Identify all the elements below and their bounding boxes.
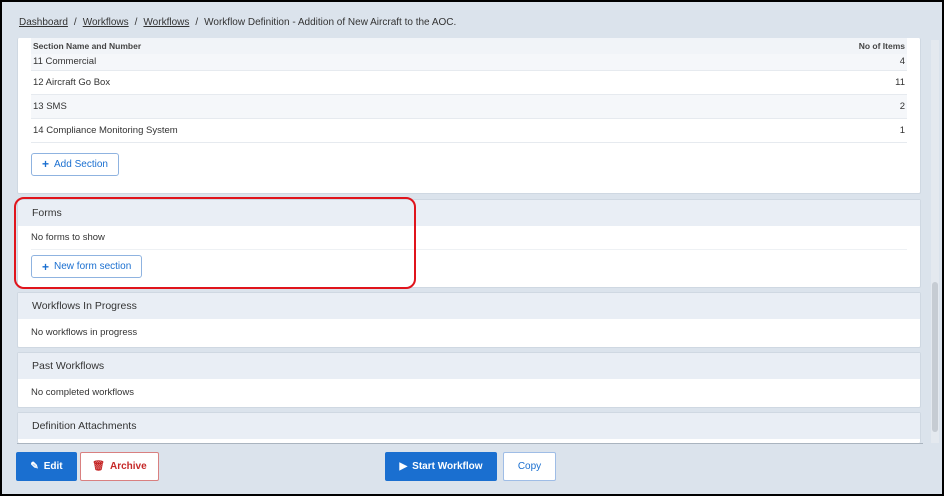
breadcrumb: Dashboard / Workflows / Workflows / Workflow D… xyxy=(19,17,456,28)
table-row[interactable]: 13 SMS 2 xyxy=(31,94,907,119)
edit-button[interactable]: ✎ Edit xyxy=(16,452,77,481)
item-count: 11 xyxy=(685,70,907,95)
separator: / xyxy=(195,17,199,28)
workflows-in-progress-panel: Workflows In Progress No workflows in pr… xyxy=(17,292,921,348)
item-count: 4 xyxy=(685,54,907,71)
sections-table: Section Name and Number No of Items 11 Co… xyxy=(31,38,907,143)
breadcrumb-current: Workflow Definition - Addition of New Ai… xyxy=(204,17,457,28)
divider xyxy=(17,443,923,444)
highlight-annotation xyxy=(14,197,416,289)
section-name: 14 Compliance Monitoring System xyxy=(31,118,686,143)
in-progress-empty-text: No workflows in progress xyxy=(31,327,138,338)
play-icon: ▶ xyxy=(399,461,408,472)
start-workflow-label: Start Workflow xyxy=(412,461,483,472)
copy-button[interactable]: Copy xyxy=(503,452,556,481)
edit-icon: ✎ xyxy=(30,461,39,472)
col-no-of-items: No of Items xyxy=(685,38,907,54)
section-name: 13 SMS xyxy=(31,94,686,119)
breadcrumb-workflows-2[interactable]: Workflows xyxy=(143,17,189,28)
edit-label: Edit xyxy=(43,461,63,472)
archive-label: Archive xyxy=(110,461,147,472)
archive-button[interactable]: 🗑 Archive xyxy=(80,452,159,481)
add-section-label: Add Section xyxy=(54,158,108,170)
copy-label: Copy xyxy=(517,461,542,472)
past-workflows-panel: Past Workflows No completed workflows xyxy=(17,352,921,408)
app-window: Dashboard / Workflows / Workflows / Workflow D… xyxy=(2,2,942,494)
section-name: 11 Commercial xyxy=(31,54,686,71)
table-row[interactable]: 12 Aircraft Go Box 11 xyxy=(31,70,907,95)
in-progress-title: Workflows In Progress xyxy=(18,293,920,319)
separator: / xyxy=(73,17,77,28)
start-workflow-button[interactable]: ▶ Start Workflow xyxy=(385,452,497,481)
section-name: 12 Aircraft Go Box xyxy=(31,70,686,95)
past-empty-text: No completed workflows xyxy=(31,387,134,398)
add-section-button[interactable]: + Add Section xyxy=(31,152,119,176)
breadcrumb-dashboard[interactable]: Dashboard xyxy=(19,17,68,28)
past-title: Past Workflows xyxy=(18,353,920,379)
plus-icon: + xyxy=(42,157,50,171)
definition-attachments-panel: Definition Attachments xyxy=(17,412,921,443)
breadcrumb-workflows[interactable]: Workflows xyxy=(83,17,129,28)
attachments-title: Definition Attachments xyxy=(18,413,920,439)
table-row[interactable]: 11 Commercial 4 xyxy=(31,54,907,71)
item-count: 2 xyxy=(685,94,907,119)
col-section-name: Section Name and Number xyxy=(31,38,686,54)
item-count: 1 xyxy=(685,118,907,143)
separator: / xyxy=(134,17,138,28)
scrollbar-thumb[interactable] xyxy=(932,282,938,432)
table-row[interactable]: 14 Compliance Monitoring System 1 xyxy=(31,118,907,143)
trash-icon: 🗑 xyxy=(92,461,105,472)
sections-panel: Section Name and Number No of Items 11 Co… xyxy=(17,38,921,194)
